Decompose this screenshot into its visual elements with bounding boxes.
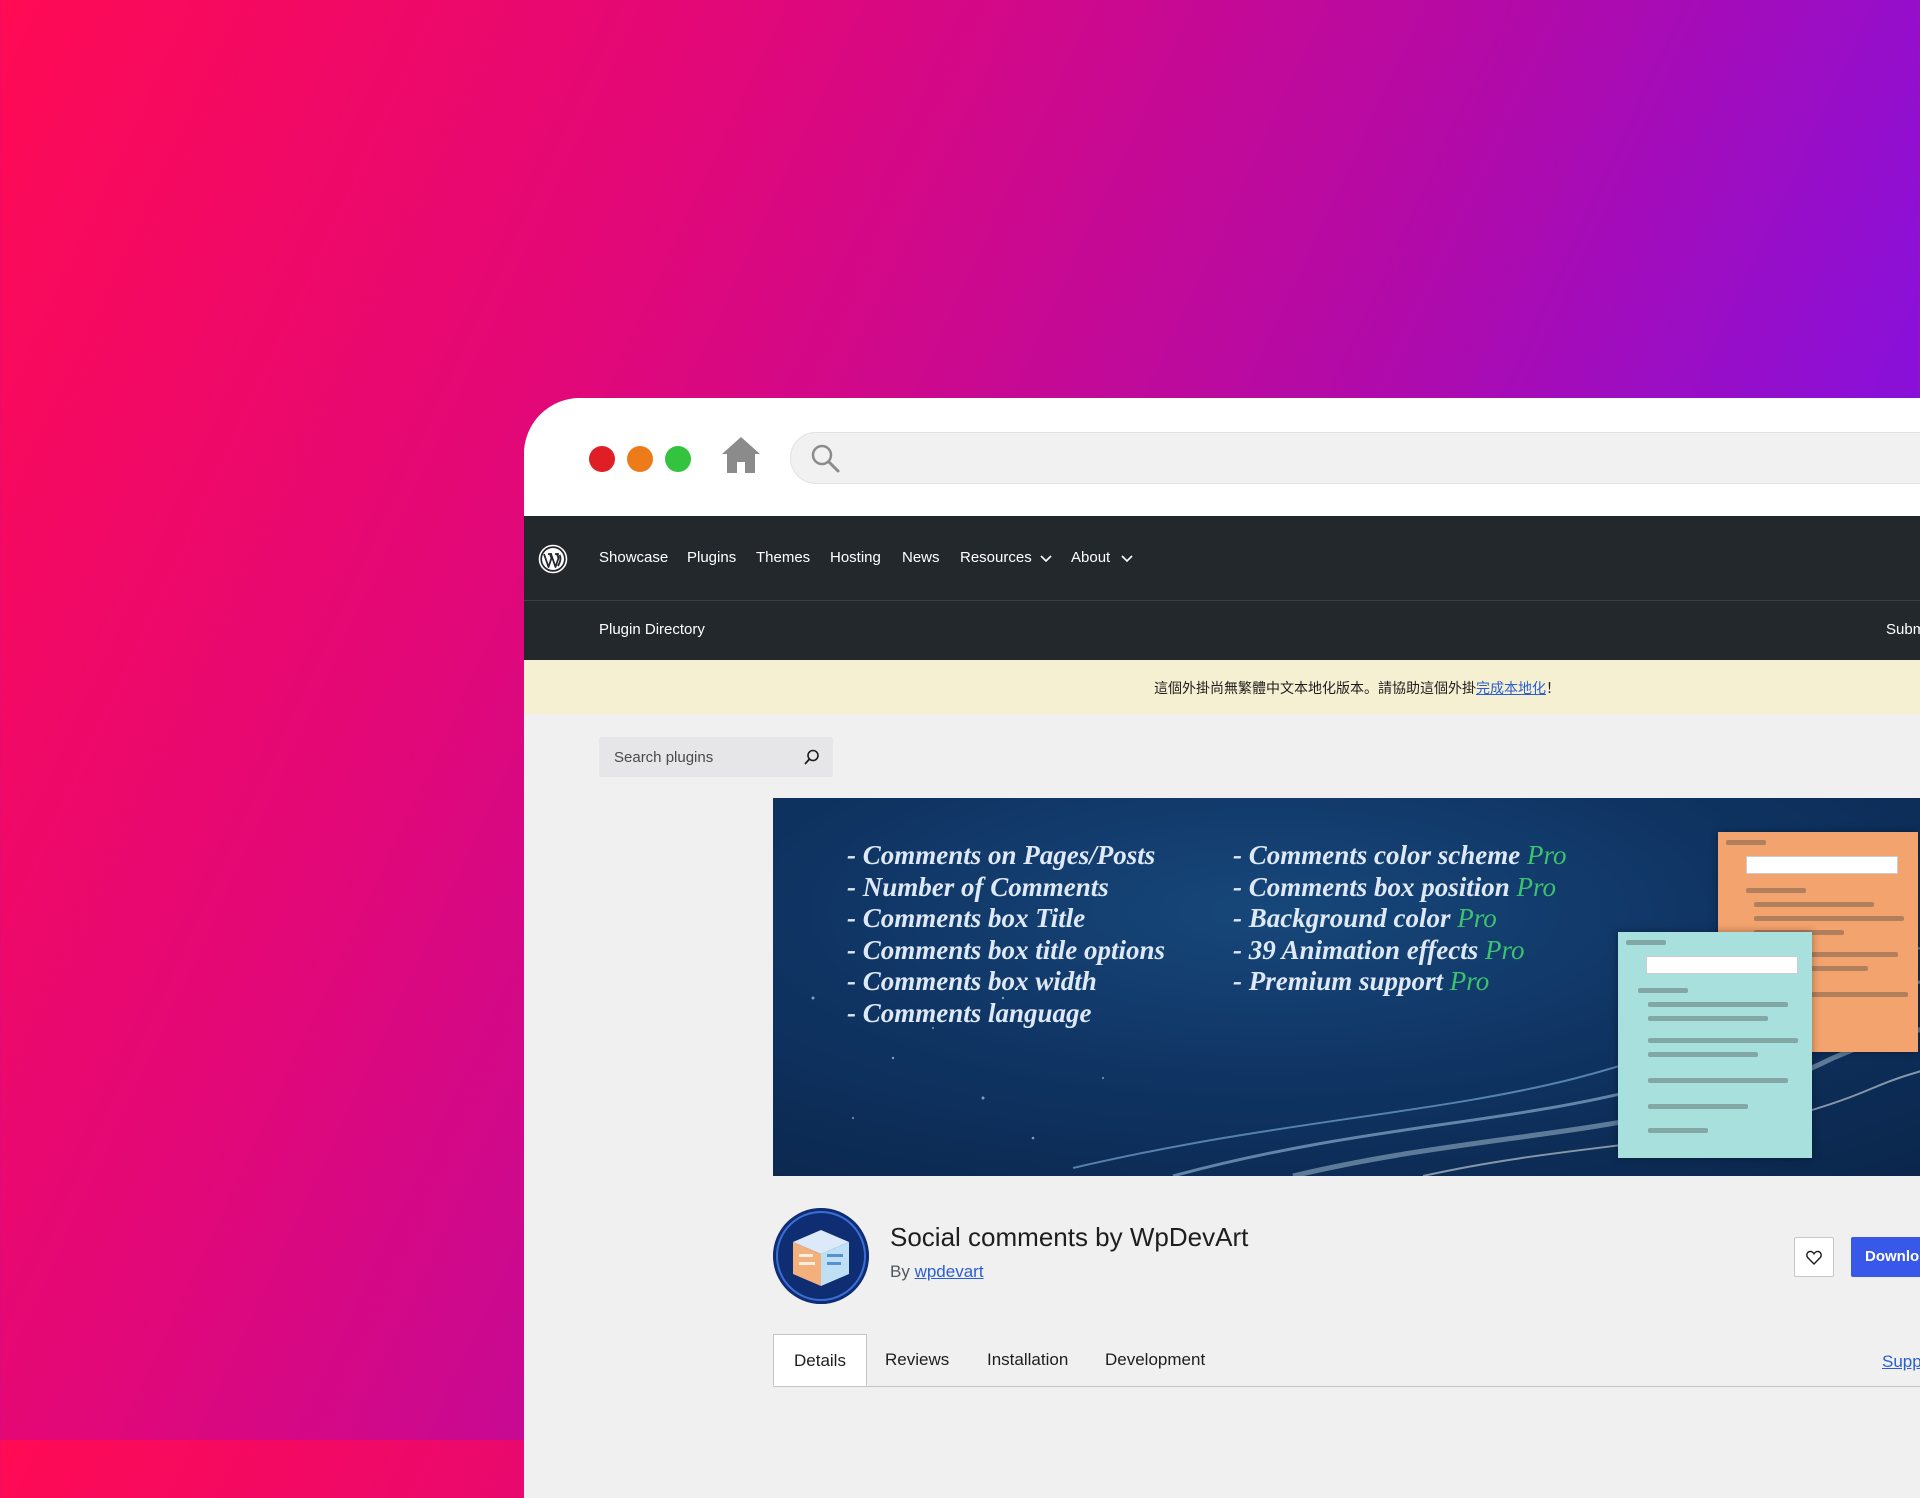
notice-text-after: ！ (1546, 680, 1560, 696)
preview-line (1726, 840, 1766, 845)
search-icon (811, 444, 840, 473)
submit-plugin-link[interactable]: Subm (1886, 621, 1920, 638)
feature-text: - Comments color scheme (1233, 840, 1527, 870)
banner-features-left: - Comments on Pages/Posts - Number of Co… (847, 840, 1165, 1029)
wordpress-logo-icon[interactable] (538, 544, 568, 574)
close-dot[interactable] (589, 446, 615, 472)
preview-line (1648, 1104, 1748, 1109)
preview-line (1648, 1128, 1708, 1133)
plugin-author: By wpdevart (890, 1262, 984, 1282)
home-icon[interactable] (720, 434, 762, 476)
nav-about[interactable]: About (1071, 548, 1110, 568)
plugin-banner: - Comments on Pages/Posts - Number of Co… (773, 798, 1920, 1176)
banner-feature: - Comments language (847, 997, 1092, 1028)
preview-input (1646, 956, 1798, 974)
feature-text: - Comments box position (1233, 871, 1517, 902)
preview-line (1638, 988, 1688, 993)
pro-label: Pro (1526, 840, 1567, 870)
tab-label: Development (1105, 1350, 1206, 1369)
comments-preview-teal (1618, 932, 1812, 1158)
minimize-dot[interactable] (627, 446, 653, 472)
support-link[interactable]: Supp (1882, 1352, 1920, 1372)
tab-details[interactable]: Details (773, 1334, 867, 1386)
nav-resources[interactable]: Resources (960, 548, 1032, 568)
download-label: Downlo (1865, 1248, 1920, 1265)
chevron-down-icon (1121, 555, 1133, 563)
tab-installation[interactable]: Installation (971, 1334, 1095, 1386)
favorite-button[interactable] (1794, 1237, 1834, 1277)
preview-line (1648, 1016, 1768, 1021)
wordpress-nav: Showcase Plugins Themes Hosting News Res… (524, 516, 1920, 600)
pro-label: Pro (1449, 966, 1490, 996)
banner-pro-feature: - Comments color scheme Pro (1233, 840, 1566, 872)
banner-pro-feature: - Background color Pro (1233, 903, 1566, 935)
preview-line (1648, 1078, 1788, 1083)
preview-line (1648, 1038, 1798, 1043)
nav-plugins[interactable]: Plugins (687, 548, 736, 568)
banner-feature: - Comments box Title (847, 903, 1086, 933)
nav-themes[interactable]: Themes (756, 548, 810, 568)
pro-label: Pro (1485, 934, 1525, 965)
banner-feature: - Number of Comments (847, 871, 1109, 902)
plugin-tabs: Details Reviews Installation Development (773, 1334, 1920, 1387)
chevron-down-icon (1040, 555, 1052, 563)
by-label: By (890, 1262, 910, 1281)
banner-feature: - Comments box width (847, 966, 1097, 996)
maximize-dot[interactable] (665, 446, 691, 472)
preview-line (1754, 916, 1904, 921)
banner-pro-feature: - Comments box position Pro (1233, 872, 1566, 904)
pro-label: Pro (1457, 903, 1497, 933)
feature-text: - 39 Animation effects (1233, 934, 1485, 965)
plugin-title: Social comments by WpDevArt (890, 1222, 1249, 1252)
banner-feature: - Comments box title options (847, 934, 1166, 965)
preview-line (1746, 888, 1806, 893)
plugin-subnav: Plugin Directory Subm (524, 600, 1920, 660)
preview-line (1754, 902, 1874, 907)
author-link[interactable]: wpdevart (915, 1262, 984, 1281)
banner-features-right: - Comments color scheme Pro - Comments b… (1233, 840, 1566, 998)
nav-hosting[interactable]: Hosting (830, 548, 881, 568)
heart-icon (1806, 1250, 1822, 1265)
translation-notice: 這個外掛尚無繁體中文本地化版本。請協助這個外掛完成本地化！ (524, 660, 1920, 714)
address-bar[interactable] (790, 432, 1920, 484)
search-icon[interactable] (803, 748, 821, 766)
nav-news[interactable]: News (902, 548, 940, 568)
pro-label: Pro (1516, 871, 1557, 902)
preview-line (1648, 1002, 1788, 1007)
plugin-search-input[interactable]: Search plugins (599, 737, 833, 777)
notice-translate-link[interactable]: 完成本地化 (1476, 680, 1546, 696)
preview-input (1746, 856, 1898, 874)
browser-window: Showcase Plugins Themes Hosting News Res… (524, 398, 1920, 1498)
tab-reviews[interactable]: Reviews (867, 1334, 971, 1386)
notice-text-before: 這個外掛尚無繁體中文本地化版本。請協助這個外掛 (1154, 680, 1476, 696)
tab-development[interactable]: Development (1095, 1334, 1235, 1386)
notice-text: 這個外掛尚無繁體中文本地化版本。請協助這個外掛完成本地化！ (1154, 678, 1560, 698)
banner-pro-feature: - 39 Animation effects Pro (1233, 935, 1566, 967)
search-placeholder: Search plugins (614, 749, 714, 766)
tab-label: Reviews (885, 1350, 950, 1369)
banner-pro-feature: - Premium support Pro (1233, 966, 1566, 998)
browser-chrome (524, 398, 1920, 516)
tab-label: Details (794, 1351, 846, 1370)
nav-showcase[interactable]: Showcase (599, 548, 668, 568)
preview-line (1648, 1052, 1758, 1057)
feature-text: - Background color (1233, 903, 1458, 933)
preview-line (1626, 940, 1666, 945)
download-button[interactable]: Downlo (1851, 1237, 1920, 1277)
plugin-logo-icon (773, 1208, 869, 1304)
tab-label: Installation (987, 1350, 1069, 1369)
banner-feature: - Comments on Pages/Posts (847, 840, 1156, 870)
plugin-directory-link[interactable]: Plugin Directory (599, 621, 705, 638)
feature-text: - Premium support (1233, 966, 1450, 996)
